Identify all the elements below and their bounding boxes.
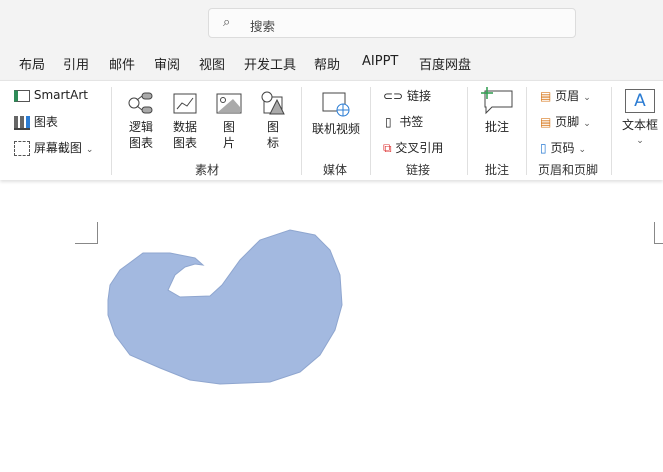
freeform-shape[interactable]	[0, 0, 663, 472]
